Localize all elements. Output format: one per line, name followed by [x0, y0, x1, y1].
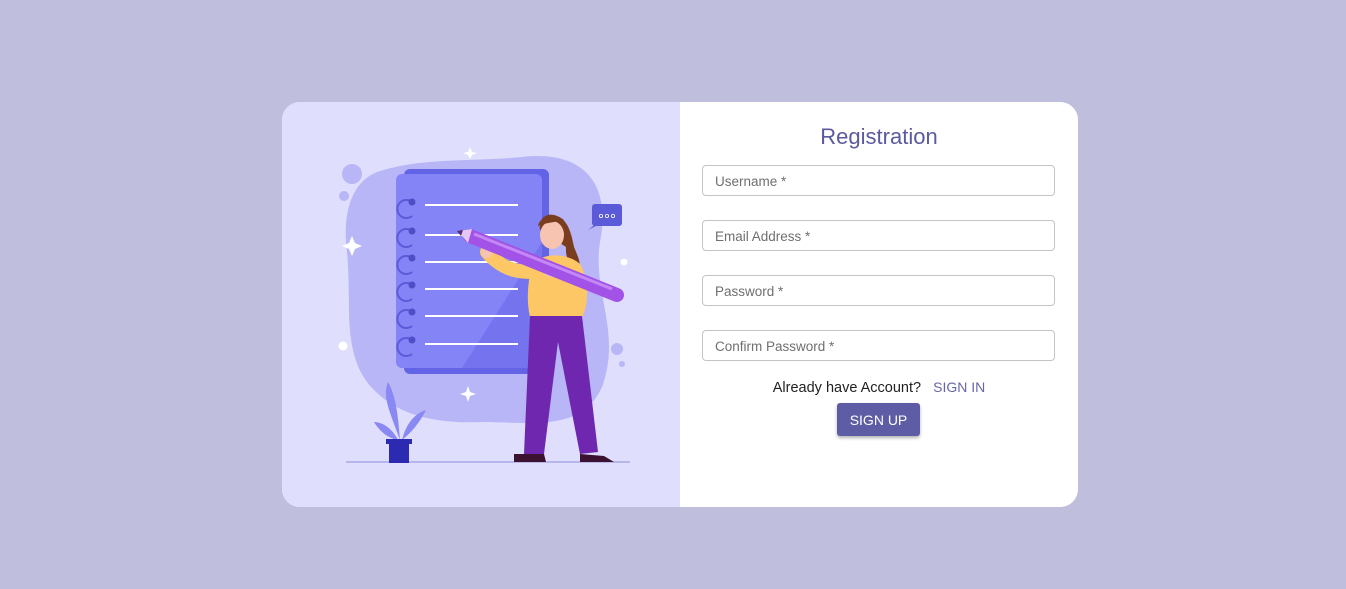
account-prompt: Already have Account? [772, 380, 922, 396]
confirm-password-field[interactable]: Confirm Password * [702, 330, 1055, 361]
username-field[interactable]: Username * [702, 165, 1055, 196]
page-title: Registration [820, 124, 938, 149]
confirm-password-placeholder: Confirm Password * [715, 339, 835, 354]
illustration-panel [282, 102, 680, 507]
decor-dot [342, 164, 362, 184]
decor-dot [611, 343, 623, 355]
password-field[interactable]: Password * [702, 275, 1055, 306]
decor-dot [619, 361, 625, 367]
decor-dot [620, 258, 628, 266]
notebook-illustration [338, 147, 630, 463]
email-field[interactable]: Email Address * [702, 220, 1055, 251]
username-placeholder: Username * [715, 174, 787, 189]
decor-dot [339, 191, 349, 201]
sign-up-button[interactable]: SIGN UP [837, 403, 920, 436]
sign-in-link[interactable]: SIGN IN [933, 379, 985, 395]
sparkle-icon [463, 147, 477, 159]
account-row: Already have Account? SIGN IN [680, 379, 1078, 396]
registration-card: Registration Username * Email Address * … [282, 102, 1078, 507]
decor-dot [338, 341, 348, 351]
email-placeholder: Email Address * [715, 229, 811, 244]
password-placeholder: Password * [715, 284, 784, 299]
registration-form: Registration Username * Email Address * … [680, 102, 1078, 507]
